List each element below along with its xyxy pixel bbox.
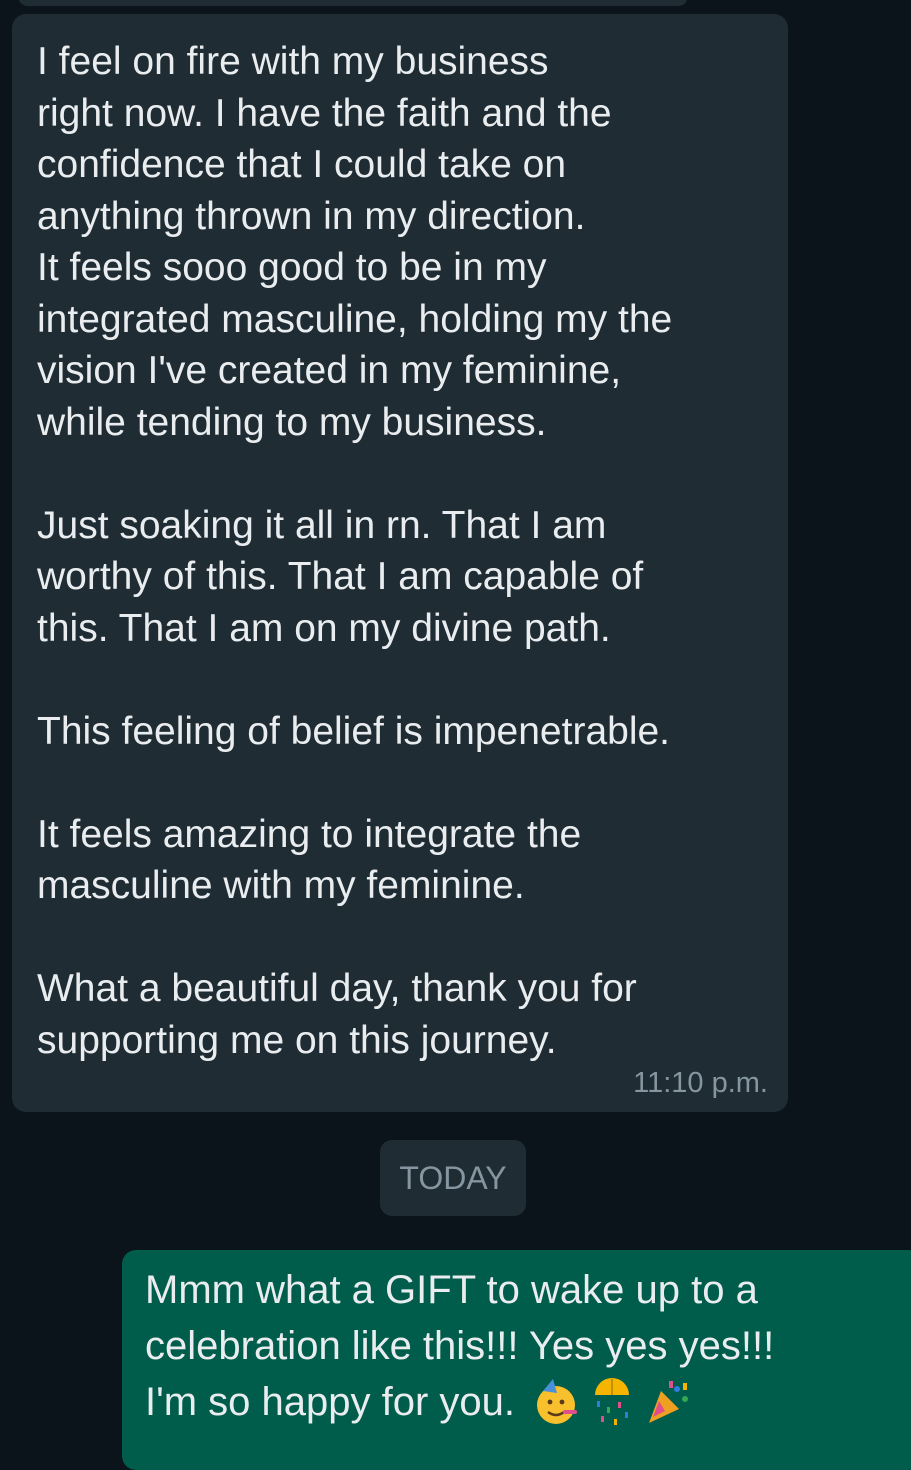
date-separator: TODAY — [380, 1140, 526, 1216]
outgoing-message-line: I'm so happy for you. — [145, 1380, 516, 1424]
message-timestamp: 11:10 p.m. — [633, 1067, 768, 1099]
outgoing-message-text: Mmm what a GIFT to wake up to a celebrat… — [145, 1262, 885, 1430]
incoming-message-text: I feel on fire with my business right no… — [37, 40, 673, 1062]
party-popper-icon — [643, 1377, 693, 1427]
outgoing-message-bubble[interactable]: Mmm what a GIFT to wake up to a celebrat… — [122, 1250, 911, 1470]
confetti-ball-icon — [587, 1377, 637, 1427]
outgoing-message-line: celebration like this!!! Yes yes yes!!! — [145, 1324, 775, 1368]
incoming-message-bubble[interactable]: I feel on fire with my business right no… — [12, 14, 788, 1112]
outgoing-message-line: Mmm what a GIFT to wake up to a — [145, 1268, 758, 1312]
partying-face-icon — [531, 1377, 581, 1427]
previous-message-bubble-edge — [18, 0, 688, 6]
outgoing-message-last-line: I'm so happy for you. — [145, 1374, 885, 1430]
